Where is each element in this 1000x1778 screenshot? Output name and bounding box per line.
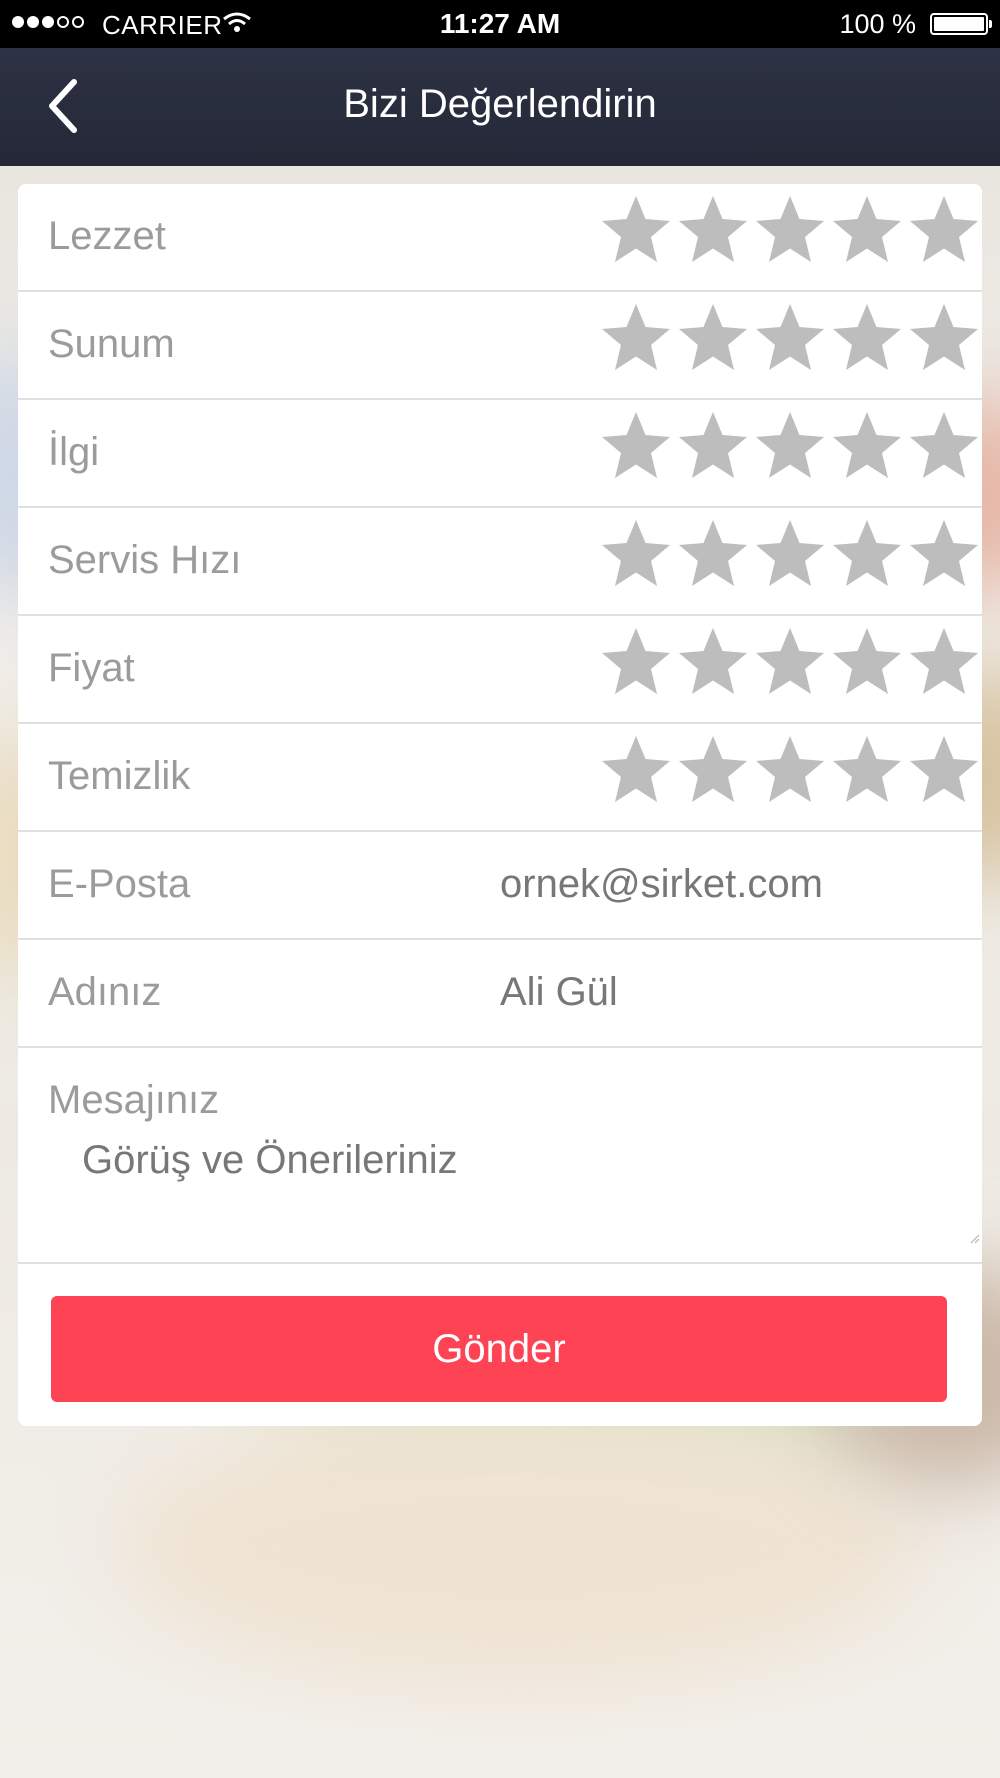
star-icon[interactable] [675,300,751,376]
rating-row-ilgi: İlgi [18,400,982,508]
rating-label: Temizlik [48,754,191,798]
star-icon[interactable] [675,516,751,592]
rating-label: Lezzet [48,214,166,258]
rating-row-fiyat: Fiyat [18,616,982,724]
message-textarea[interactable]: Görüş ve Önerileriniz [82,1138,962,1238]
star-icon[interactable] [752,192,828,268]
rating-label: Fiyat [48,646,135,690]
rating-form-card: Lezzet Sunum İlgi Servis Hızı Fiyat Temi… [18,184,982,1426]
star-icon[interactable] [829,192,905,268]
star-icon[interactable] [906,516,982,592]
rating-label: İlgi [48,430,100,474]
star-rating[interactable] [598,408,982,484]
battery-percent: 100 % [839,9,916,39]
star-icon[interactable] [598,624,674,700]
rating-row-sunum: Sunum [18,292,982,400]
star-icon[interactable] [906,192,982,268]
star-icon[interactable] [598,300,674,376]
rating-row-lezzet: Lezzet [18,184,982,292]
status-bar: CARRIER 11:27 AM 100 % [0,0,1000,48]
star-icon[interactable] [752,408,828,484]
name-label: Adınız [48,970,162,1014]
star-icon[interactable] [598,408,674,484]
name-field[interactable]: Ali Gül [500,970,618,1015]
star-icon[interactable] [829,624,905,700]
star-icon[interactable] [829,732,905,808]
star-icon[interactable] [675,732,751,808]
star-rating[interactable] [598,516,982,592]
star-icon[interactable] [752,300,828,376]
star-icon[interactable] [906,408,982,484]
star-icon[interactable] [675,408,751,484]
star-icon[interactable] [752,516,828,592]
resize-handle-icon[interactable] [970,1234,980,1244]
email-label: E-Posta [48,862,191,906]
star-rating[interactable] [598,192,982,268]
star-icon[interactable] [752,624,828,700]
star-icon[interactable] [829,300,905,376]
star-icon[interactable] [829,408,905,484]
star-icon[interactable] [906,732,982,808]
submit-button[interactable]: Gönder [51,1296,947,1402]
email-row: E-Posta ornek@sirket.com [18,832,982,940]
star-icon[interactable] [598,516,674,592]
star-icon[interactable] [906,300,982,376]
star-icon[interactable] [598,732,674,808]
rating-row-temizlik: Temizlik [18,724,982,832]
rating-label: Servis Hızı [48,538,242,582]
star-rating[interactable] [598,624,982,700]
message-label: Mesajınız [48,1078,220,1122]
star-icon[interactable] [752,732,828,808]
star-icon[interactable] [675,192,751,268]
page-title: Bizi Değerlendirin [343,82,657,126]
name-row: Adınız Ali Gül [18,940,982,1048]
star-icon[interactable] [675,624,751,700]
star-icon[interactable] [906,624,982,700]
star-rating[interactable] [598,732,982,808]
star-icon[interactable] [829,516,905,592]
battery-icon [930,13,992,35]
nav-bar: Bizi Değerlendirin [0,48,1000,166]
rating-row-servis-hizi: Servis Hızı [18,508,982,616]
star-icon[interactable] [598,192,674,268]
star-rating[interactable] [598,300,982,376]
email-field[interactable]: ornek@sirket.com [500,862,823,907]
message-row: Mesajınız Görüş ve Önerileriniz [18,1048,982,1264]
rating-label: Sunum [48,322,175,366]
